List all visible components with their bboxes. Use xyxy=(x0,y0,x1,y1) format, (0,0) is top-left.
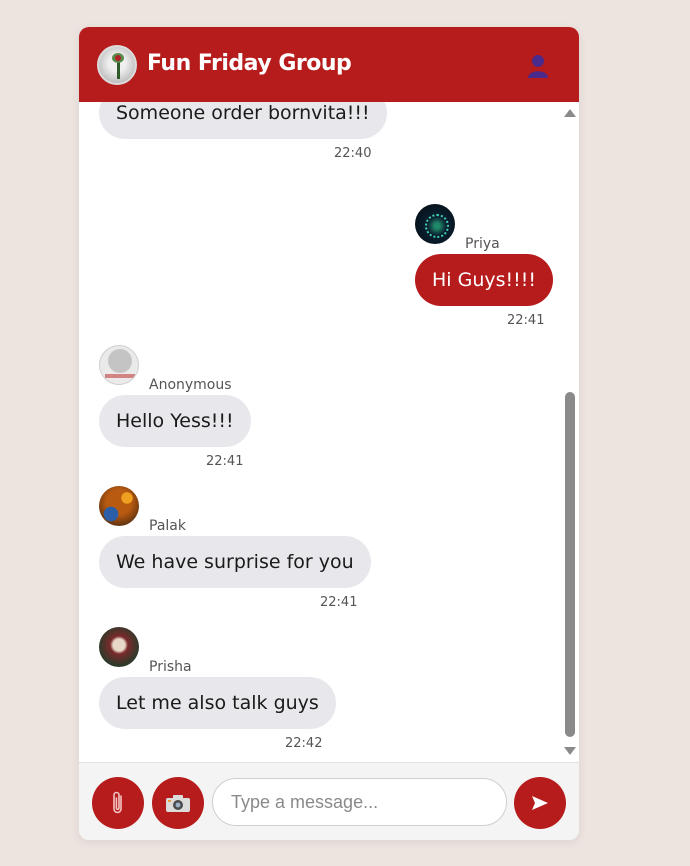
chat-header: Fun Friday Group xyxy=(79,27,579,102)
message-time: 22:41 xyxy=(320,595,358,610)
scrollbar[interactable] xyxy=(562,102,578,762)
sender-name: Anonymous xyxy=(149,377,232,393)
send-icon xyxy=(532,796,548,810)
group-title: Fun Friday Group xyxy=(147,51,352,76)
camera-icon xyxy=(166,795,190,812)
paperclip-icon xyxy=(113,791,122,814)
chat-window: Fun Friday Group Someone order bornvita!… xyxy=(79,27,579,840)
message-list[interactable]: Someone order bornvita!!! 22:40 Priya Hi… xyxy=(79,102,579,762)
attach-button[interactable] xyxy=(92,777,144,829)
message-bubble: Hello Yess!!! xyxy=(99,395,251,447)
message-text: Hello Yess!!! xyxy=(116,410,234,432)
message-text: Let me also talk guys xyxy=(116,692,319,714)
message-bubble: Let me also talk guys xyxy=(99,677,336,729)
message-time: 22:41 xyxy=(507,313,545,328)
message-composer xyxy=(79,762,579,840)
message-bubble: We have surprise for you xyxy=(99,536,371,588)
scroll-up-arrow[interactable] xyxy=(564,109,576,117)
message-text: Someone order bornvita!!! xyxy=(116,102,370,124)
avatar[interactable] xyxy=(99,486,139,526)
sender-name: Prisha xyxy=(149,659,192,675)
message-text: Hi Guys!!!! xyxy=(432,269,536,291)
message-bubble: Hi Guys!!!! xyxy=(415,254,553,306)
scroll-thumb[interactable] xyxy=(565,392,575,737)
avatar[interactable] xyxy=(99,345,139,385)
message-input[interactable] xyxy=(212,778,507,826)
sender-name: Priya xyxy=(465,236,500,252)
camera-button[interactable] xyxy=(152,777,204,829)
message-time: 22:42 xyxy=(285,736,323,751)
message-text: We have surprise for you xyxy=(116,551,354,573)
avatar[interactable] xyxy=(415,204,455,244)
user-icon[interactable] xyxy=(527,54,549,78)
sender-name: Palak xyxy=(149,518,186,534)
message-bubble: Someone order bornvita!!! xyxy=(99,102,387,139)
scroll-down-arrow[interactable] xyxy=(564,747,576,755)
avatar[interactable] xyxy=(99,627,139,667)
group-avatar[interactable] xyxy=(97,45,137,85)
message-time: 22:40 xyxy=(334,146,372,161)
message-time: 22:41 xyxy=(206,454,244,469)
send-button[interactable] xyxy=(514,777,566,829)
